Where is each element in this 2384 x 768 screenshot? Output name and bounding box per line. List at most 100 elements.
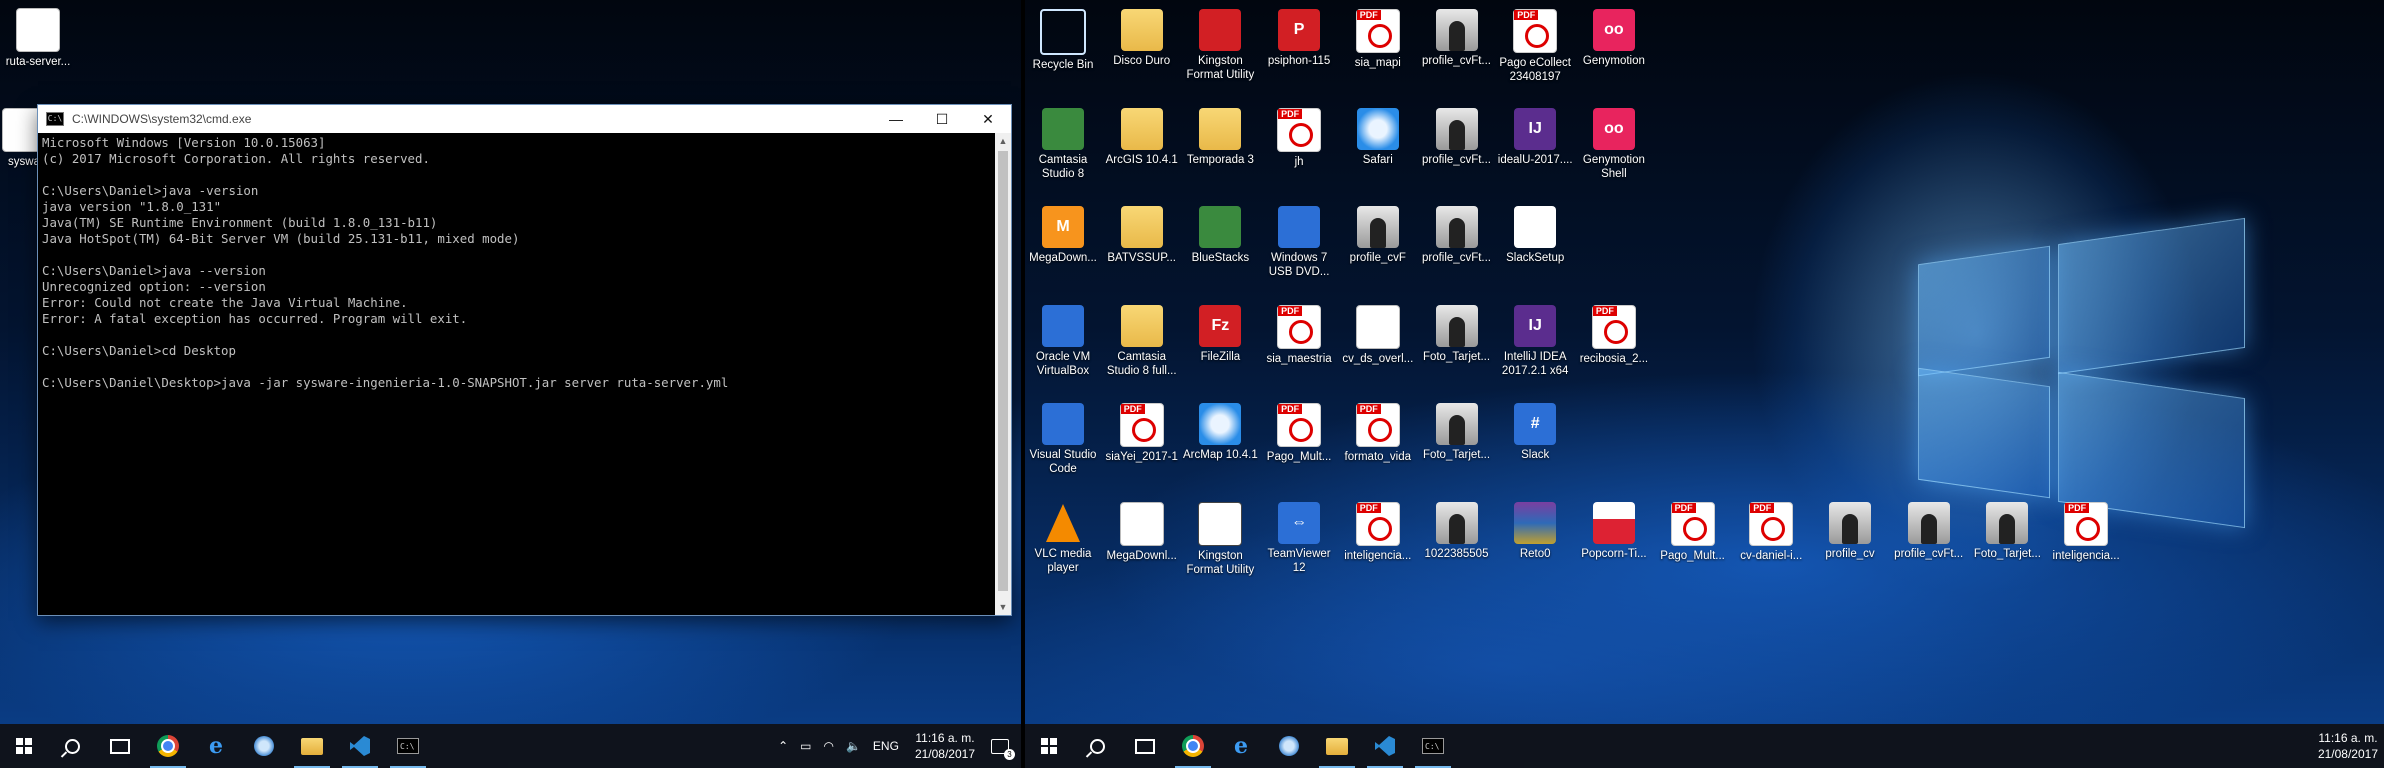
desktop-icon[interactable]: Fz FileZilla: [1182, 299, 1258, 364]
taskbar-explorer[interactable]: [288, 724, 336, 768]
taskbar-vscode[interactable]: [336, 724, 384, 768]
start-button[interactable]: [0, 724, 48, 768]
desktop-icon[interactable]: Ppsiphon-115: [1261, 3, 1337, 68]
desktop-icon[interactable]: formato_vida: [1340, 397, 1416, 464]
search-button[interactable]: [48, 724, 96, 768]
desktop-icon[interactable]: Oracle VM VirtualBox: [1025, 299, 1101, 378]
action-center-icon[interactable]: 3: [991, 738, 1015, 760]
desktop-icon[interactable]: recibosia_2...: [1576, 299, 1652, 366]
cmd-titlebar[interactable]: C:\ C:\WINDOWS\system32\cmd.exe — ☐ ✕: [38, 105, 1011, 133]
desktop-icon-label: Visual Studio Code: [1029, 449, 1097, 475]
battery-icon[interactable]: ▭: [794, 739, 817, 753]
pdf-file-icon: [1277, 304, 1322, 349]
desktop-icon[interactable]: BlueStacks: [1182, 200, 1258, 265]
desktop-icon[interactable]: cv-daniel-i...: [1733, 496, 1809, 563]
desktop-icon[interactable]: Recycle Bin: [1025, 3, 1101, 72]
desktop-icon[interactable]: Reto0: [1497, 496, 1573, 561]
desktop-icon[interactable]: sia_maestria: [1261, 299, 1337, 366]
volume-icon[interactable]: 🔈: [840, 739, 867, 753]
desktop-icon[interactable]: Temporada 3: [1182, 102, 1258, 167]
app-icon: [1042, 403, 1084, 445]
close-button[interactable]: ✕: [965, 105, 1011, 133]
start-button[interactable]: [1025, 724, 1073, 768]
clock[interactable]: 11:16 a. m. 21/08/2017: [2308, 730, 2384, 762]
desktop-icon[interactable]: 7z Kingston Format Utility: [1182, 496, 1258, 577]
cmd-window[interactable]: C:\ C:\WINDOWS\system32\cmd.exe — ☐ ✕ Mi…: [38, 105, 1011, 615]
desktop-icon[interactable]: # Slack: [1497, 397, 1573, 462]
desktop-icon-label: Kingston Format Utility: [1186, 549, 1255, 576]
desktop-icon[interactable]: Disco Duro: [1104, 3, 1180, 68]
task-view-button[interactable]: [96, 724, 144, 768]
taskbar-chrome[interactable]: [1169, 724, 1217, 768]
desktop-icon[interactable]: oo Genymotion Shell: [1576, 102, 1652, 181]
taskbar-edge[interactable]: e: [1217, 724, 1265, 768]
desktop-icon[interactable]: profile_cvF: [1340, 200, 1416, 265]
desktop-icon-label: profile_cvFt...: [1421, 153, 1492, 166]
desktop-icon[interactable]: Windows 7 USB DVD...: [1261, 200, 1337, 279]
desktop-icon[interactable]: siaYei_2017-1: [1104, 397, 1180, 464]
taskbar-cortana[interactable]: [1265, 724, 1313, 768]
cmd-scrollbar[interactable]: ▲ ▼: [995, 133, 1011, 615]
desktop-icon[interactable]: profile_cvFt...: [1891, 496, 1967, 561]
language-indicator[interactable]: ENG: [867, 739, 905, 753]
console-line: java version "1.8.0_131": [42, 199, 222, 214]
desktop-icon[interactable]: Safari: [1340, 102, 1416, 167]
taskbar-cmd[interactable]: C:\: [1409, 724, 1457, 768]
desktop-icon[interactable]: Foto_Tarjet...: [1419, 397, 1495, 462]
clock[interactable]: 11:16 a. m. 21/08/2017: [905, 730, 985, 762]
search-button[interactable]: [1073, 724, 1121, 768]
desktop-icon[interactable]: Visual Studio Code: [1025, 397, 1101, 476]
scroll-thumb[interactable]: [998, 151, 1008, 591]
desktop-icon[interactable]: oo Genymotion: [1576, 3, 1652, 68]
desktop-icon[interactable]: S SlackSetup: [1497, 200, 1573, 265]
desktop-icon[interactable]: profile_cv: [1812, 496, 1888, 561]
desktop-icon[interactable]: Foto_Tarjet...: [1969, 496, 2045, 561]
desktop-icon[interactable]: inteligencia...: [2048, 496, 2124, 563]
desktop-icon[interactable]: cv_ds_overl...: [1340, 299, 1416, 366]
desktop-icon[interactable]: profile_cvFt...: [1419, 200, 1495, 265]
desktop-icon[interactable]: IJ idealU-2017....: [1497, 102, 1573, 167]
desktop-icon[interactable]: Foto_Tarjet...: [1419, 299, 1495, 364]
desktop-icon[interactable]: Camtasia Studio 8 full...: [1104, 299, 1180, 378]
desktop-icon[interactable]: Popcorn-Ti...: [1576, 496, 1652, 561]
cmd-console[interactable]: Microsoft Windows [Version 10.0.15063] (c…: [38, 133, 995, 615]
desktop-icon[interactable]: ⇔ TeamViewer 12: [1261, 496, 1337, 575]
app-icon: [1199, 206, 1242, 248]
icon-glyph: P: [1293, 21, 1305, 38]
scroll-up-icon[interactable]: ▲: [995, 133, 1011, 149]
desktop-icon[interactable]: IJ IntelliJ IDEA 2017.2.1 x64: [1497, 299, 1573, 378]
desktop-icon[interactable]: Pago_Mult...: [1655, 496, 1731, 563]
desktop-icon[interactable]: MegaDownl...: [1104, 496, 1180, 563]
taskbar-cmd[interactable]: C:\: [384, 724, 432, 768]
app-icon: [1199, 9, 1242, 51]
taskbar-chrome[interactable]: [144, 724, 192, 768]
desktop-icon[interactable]: BATVSSUP...: [1104, 200, 1180, 265]
desktop-icon[interactable]: ArcMap 10.4.1: [1182, 397, 1258, 462]
desktop-icon[interactable]: M MegaDown...: [1025, 200, 1101, 265]
desktop-icon[interactable]: Camtasia Studio 8: [1025, 102, 1101, 181]
desktop-icon[interactable]: Pago_Mult...: [1261, 397, 1337, 464]
desktop-icon[interactable]: VLC media player: [1025, 496, 1101, 575]
desktop-icon[interactable]: ArcGIS 10.4.1: [1104, 102, 1180, 167]
desktop-icon[interactable]: Pago eCollect 23408197: [1497, 3, 1573, 84]
taskbar-vscode[interactable]: [1361, 724, 1409, 768]
desktop-icon-label: Pago_Mult...: [1660, 549, 1725, 562]
desktop-icon[interactable]: profile_cvFt...: [1419, 3, 1495, 68]
minimize-button[interactable]: —: [873, 105, 919, 133]
desktop-icon[interactable]: profile_cvFt...: [1419, 102, 1495, 167]
desktop-icon-ruta-server[interactable]: ruta-server...: [0, 2, 76, 69]
taskbar-edge[interactable]: e: [192, 724, 240, 768]
wifi-icon[interactable]: ◠: [817, 739, 839, 753]
desktop-icon[interactable]: Kingston Format Utility: [1182, 3, 1258, 82]
chevron-up-icon[interactable]: ⌃: [772, 739, 794, 753]
desktop-icon[interactable]: jh: [1261, 102, 1337, 169]
desktop-icon[interactable]: inteligencia...: [1340, 496, 1416, 563]
taskbar-cortana[interactable]: [240, 724, 288, 768]
task-view-button[interactable]: [1121, 724, 1169, 768]
desktop-icon[interactable]: 1022385505: [1419, 496, 1495, 561]
scroll-down-icon[interactable]: ▼: [995, 599, 1011, 615]
desktop-icon-label: MegaDownl...: [1106, 549, 1177, 562]
taskbar-explorer[interactable]: [1313, 724, 1361, 768]
desktop-icon[interactable]: sia_mapi: [1340, 3, 1416, 70]
maximize-button[interactable]: ☐: [919, 105, 965, 133]
